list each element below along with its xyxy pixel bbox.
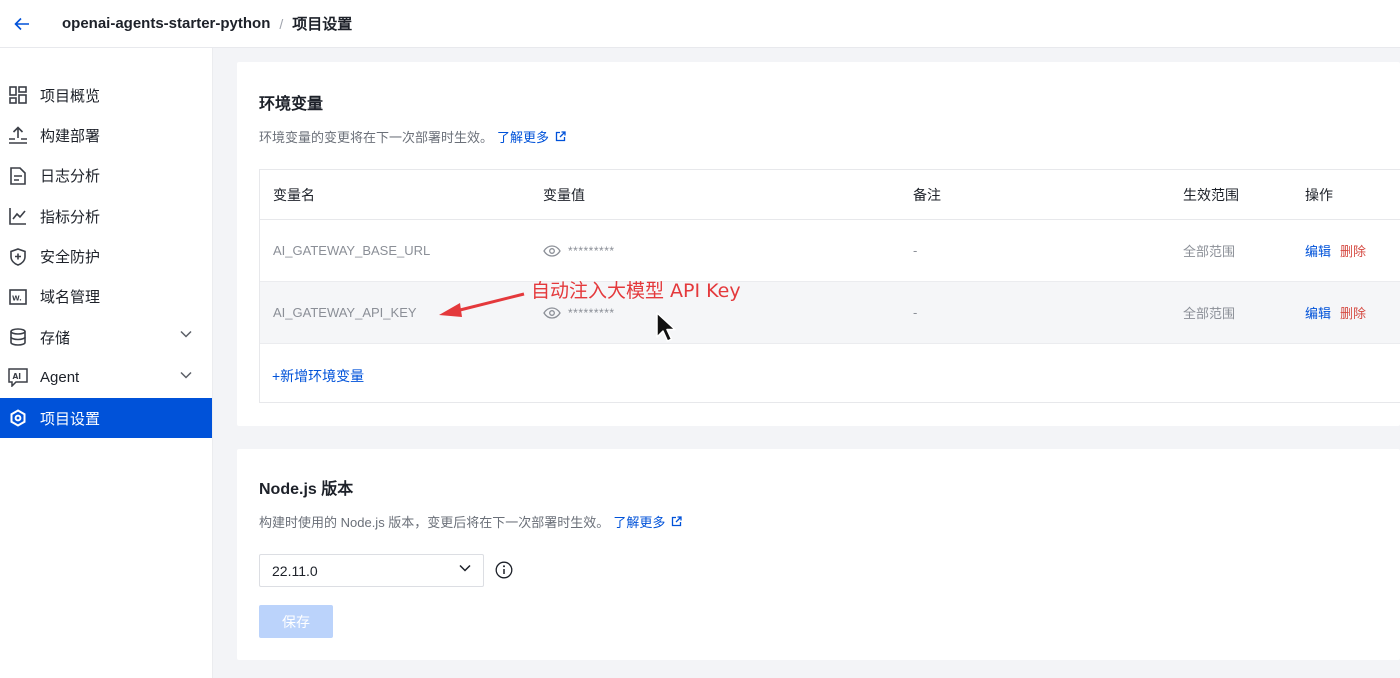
database-icon	[8, 327, 28, 347]
selected-version: 22.11.0	[272, 562, 318, 579]
sidebar-item-domains[interactable]: W. 域名管理	[0, 277, 212, 317]
add-env-var-button[interactable]: +新增环境变量	[272, 366, 364, 386]
nodejs-description-text: 构建时使用的 Node.js 版本，变更后将在下一次部署时生效。	[259, 515, 610, 530]
column-header-value: 变量值	[543, 186, 585, 203]
table-row: AI_GATEWAY_BASE_URL ********* - 全部范围 编辑 …	[260, 220, 1400, 282]
chevron-down-icon	[459, 564, 471, 572]
sidebar-item-storage[interactable]: 存储	[0, 317, 212, 357]
sidebar-item-label: 存储	[40, 329, 71, 347]
column-header-name: 变量名	[273, 186, 315, 203]
sidebar-item-label: Agent	[40, 369, 80, 387]
sidebar-item-label: 指标分析	[40, 208, 101, 226]
page-title: 项目设置	[292, 16, 353, 33]
breadcrumb-separator: /	[279, 15, 284, 32]
sidebar-item-label: 安全防护	[40, 249, 101, 267]
edit-button[interactable]: 编辑	[1305, 241, 1331, 260]
chevron-down-icon	[180, 371, 192, 379]
env-vars-table: 变量名 变量值 备注 生效范围 操作 AI_GATEWAY_BASE_URL *…	[259, 169, 1400, 403]
env-var-scope: 全部范围	[1183, 244, 1236, 259]
settings-icon	[8, 408, 28, 428]
sidebar-item-label: 项目设置	[40, 410, 101, 428]
table-header: 变量名 变量值 备注 生效范围 操作	[260, 170, 1400, 220]
column-header-note: 备注	[913, 186, 941, 203]
sidebar-item-label: 项目概览	[40, 87, 101, 105]
nodejs-title: Node.js 版本	[259, 481, 354, 498]
env-vars-card: 环境变量 环境变量的变更将在下一次部署时生效。 了解更多 变量名 变量值 备注 …	[237, 62, 1400, 426]
sidebar-item-overview[interactable]: 项目概览	[0, 75, 212, 115]
svg-text:AI: AI	[13, 372, 22, 381]
masked-value: *********	[568, 305, 615, 320]
annotation-text: 自动注入大模型 API Key	[531, 280, 741, 302]
env-var-name: AI_GATEWAY_API_KEY	[273, 305, 417, 320]
env-learn-more-label: 了解更多	[497, 130, 550, 145]
edit-button[interactable]: 编辑	[1305, 303, 1331, 322]
table-row: AI_GATEWAY_API_KEY ********* - 全部范围 编辑 删…	[260, 282, 1400, 344]
top-bar: openai-agents-starter-python / 项目设置	[0, 0, 1400, 48]
nodejs-description: 构建时使用的 Node.js 版本，变更后将在下一次部署时生效。 了解更多	[259, 512, 682, 531]
eye-icon[interactable]	[543, 244, 561, 257]
env-var-actions: 编辑 删除	[1305, 282, 1366, 343]
info-icon[interactable]	[495, 561, 513, 579]
delete-button[interactable]: 删除	[1340, 241, 1366, 260]
sidebar-item-project-settings[interactable]: 项目设置	[0, 398, 212, 439]
log-icon	[8, 166, 28, 186]
env-var-note: -	[913, 305, 918, 320]
sidebar-item-agent[interactable]: AI Agent	[0, 358, 212, 398]
env-vars-description: 环境变量的变更将在下一次部署时生效。 了解更多	[259, 127, 566, 146]
sidebar-item-logs[interactable]: 日志分析	[0, 156, 212, 196]
masked-value: *********	[568, 243, 615, 258]
arrow-left-icon	[14, 17, 29, 30]
www-icon: W.	[8, 287, 28, 307]
sidebar-item-label: 构建部署	[40, 127, 101, 145]
sidebar-item-build-deploy[interactable]: 构建部署	[0, 115, 212, 155]
env-var-note: -	[913, 243, 918, 258]
env-var-name: AI_GATEWAY_BASE_URL	[273, 243, 431, 258]
sidebar-item-label: 域名管理	[40, 289, 101, 307]
back-button[interactable]	[0, 4, 44, 44]
nodejs-version-card: Node.js 版本 构建时使用的 Node.js 版本，变更后将在下一次部署时…	[237, 449, 1400, 660]
column-header-actions: 操作	[1305, 186, 1333, 203]
nodejs-learn-more-link[interactable]: 了解更多	[613, 512, 682, 531]
breadcrumb-project[interactable]: openai-agents-starter-python	[62, 15, 270, 32]
eye-icon[interactable]	[543, 306, 561, 319]
shield-icon	[8, 247, 28, 267]
env-var-actions: 编辑 删除	[1305, 220, 1366, 281]
nodejs-learn-more-label: 了解更多	[613, 515, 666, 530]
sidebar: 项目概览 构建部署 日志分析 指标分析 安全防护 W. 域名管理 存储 AI A…	[0, 48, 213, 678]
upload-icon	[8, 125, 28, 145]
dashboard-icon	[8, 85, 28, 105]
external-link-icon	[555, 131, 566, 142]
annotation-arrow	[439, 292, 525, 317]
chevron-down-icon	[180, 331, 192, 338]
ai-icon: AI	[8, 368, 28, 388]
save-button[interactable]: 保存	[259, 605, 333, 638]
external-link-icon	[672, 516, 682, 527]
env-var-scope: 全部范围	[1183, 306, 1236, 321]
env-vars-title: 环境变量	[259, 96, 324, 113]
nodejs-version-select[interactable]: 22.11.0	[259, 554, 484, 587]
mouse-cursor-icon	[656, 312, 676, 342]
env-vars-description-text: 环境变量的变更将在下一次部署时生效。	[259, 130, 494, 145]
env-var-value: *********	[543, 220, 615, 281]
sidebar-item-metrics[interactable]: 指标分析	[0, 196, 212, 236]
sidebar-item-label: 日志分析	[40, 168, 101, 186]
sidebar-item-security[interactable]: 安全防护	[0, 237, 212, 277]
delete-button[interactable]: 删除	[1340, 303, 1366, 322]
chart-icon	[8, 206, 28, 226]
column-header-scope: 生效范围	[1183, 186, 1239, 203]
svg-text:W.: W.	[12, 294, 22, 302]
env-learn-more-link[interactable]: 了解更多	[497, 127, 566, 146]
